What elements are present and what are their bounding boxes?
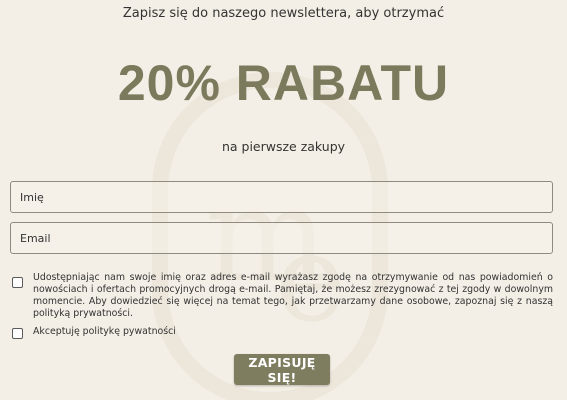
privacy-policy-checkbox[interactable] <box>12 328 23 339</box>
marketing-consent-checkbox[interactable] <box>12 277 23 288</box>
email-input[interactable] <box>10 222 553 254</box>
discount-subtitle: na pierwsze zakupy <box>221 139 346 154</box>
name-input[interactable] <box>10 181 553 213</box>
subscribe-button[interactable]: ZAPISUJĘ SIĘ! <box>234 354 330 385</box>
marketing-consent-text: Udostępniając nam swoje imię oraz adres … <box>33 272 553 319</box>
newsletter-popup: Zapisz się do naszego newslettera, aby o… <box>0 0 567 400</box>
discount-title: 20% RABATU <box>117 55 450 111</box>
privacy-policy-label: Akceptuję politykę pywatności <box>33 326 176 337</box>
newsletter-headline: Zapisz się do naszego newslettera, aby o… <box>122 6 445 21</box>
